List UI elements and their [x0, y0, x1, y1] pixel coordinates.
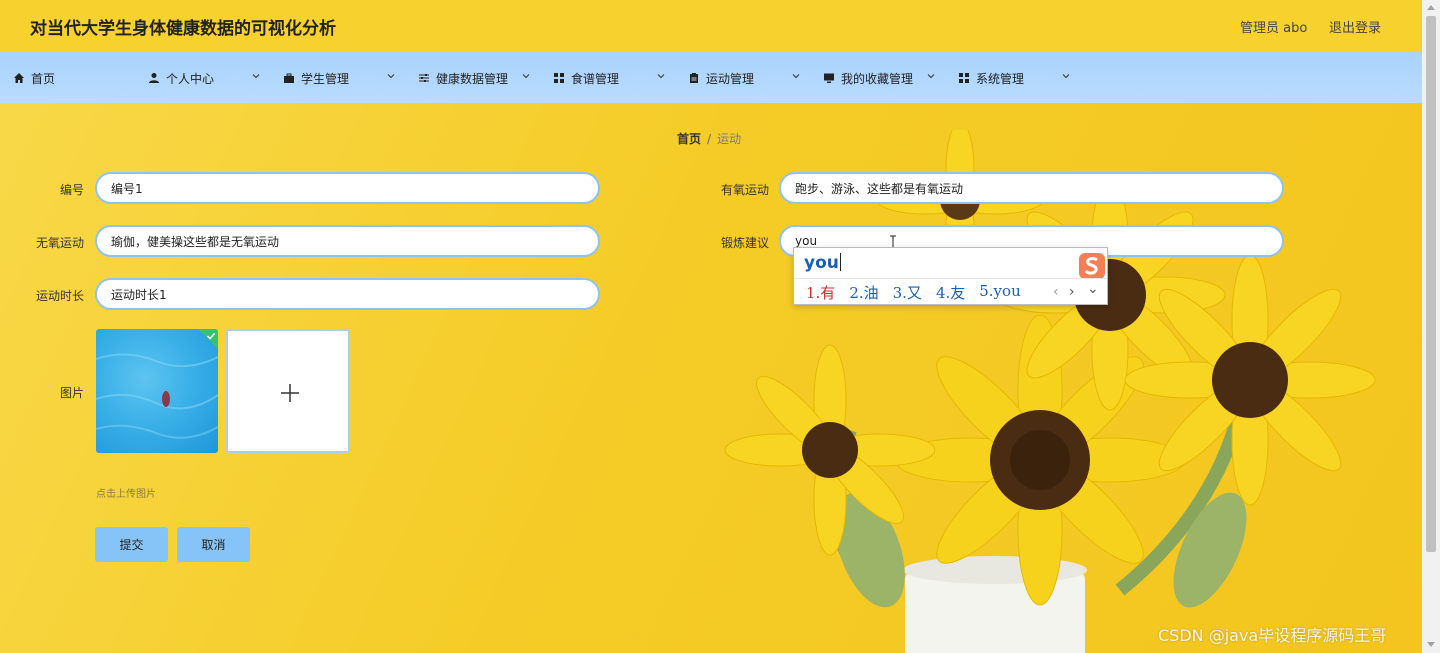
top-header: 对当代大学生身体健康数据的可视化分析 管理员 abo 退出登录 — [0, 0, 1422, 51]
scrollbar-thumb[interactable] — [1426, 16, 1436, 552]
aerobic-field[interactable]: 跑步、游泳、这些都是有氧运动 — [779, 172, 1284, 204]
breadcrumb: 首页 / 运动 — [677, 130, 741, 147]
logout-link[interactable]: 退出登录 — [1329, 17, 1381, 36]
nav-health-label: 健康数据管理 — [436, 71, 509, 86]
ime-candidate-popup: you 1.有 2.油 3.又 4.友 5.you ‹ › ⌄ — [793, 247, 1108, 305]
main-nav: 首页 个人中心 学生管理 健康数据管理 食谱管理 运动管理 我的收藏管理 系统管… — [0, 51, 1422, 103]
nav-favorites-label: 我的收藏管理 — [841, 71, 914, 86]
nav-home-label: 首页 — [31, 71, 56, 86]
plus-icon — [281, 384, 299, 402]
vertical-scrollbar[interactable] — [1422, 0, 1440, 653]
ime-candidate-3[interactable]: 3.又 — [893, 282, 922, 303]
nav-favorites[interactable]: 我的收藏管理 — [823, 69, 913, 87]
chevron-down-icon[interactable] — [387, 72, 395, 80]
uploaded-image-thumbnail[interactable] — [96, 329, 218, 453]
nav-recipes[interactable]: 食谱管理 — [553, 69, 619, 87]
briefcase-icon — [284, 73, 294, 83]
user-icon — [149, 73, 159, 83]
ime-divider — [794, 278, 1107, 279]
submit-button[interactable]: 提交 — [95, 527, 168, 562]
scroll-up-icon[interactable] — [1427, 5, 1435, 10]
ime-next-page-icon[interactable]: › — [1069, 284, 1075, 300]
chevron-down-icon[interactable] — [1062, 72, 1070, 80]
chevron-down-icon[interactable] — [927, 72, 935, 80]
ime-candidate-2[interactable]: 2.油 — [849, 282, 878, 303]
ime-candidate-5[interactable]: 5.you — [979, 282, 1020, 303]
chevron-down-icon[interactable] — [522, 72, 530, 80]
chevron-down-icon[interactable] — [252, 72, 260, 80]
ime-candidates: 1.有 2.油 3.又 4.友 5.you — [806, 282, 1021, 303]
breadcrumb-separator: / — [707, 132, 712, 146]
duration-label: 运动时长 — [35, 289, 84, 303]
duration-field[interactable]: 运动时长1 — [95, 278, 600, 310]
check-icon — [206, 332, 216, 340]
upload-hint: 点击上传图片 — [96, 489, 156, 500]
sliders-icon — [419, 74, 429, 82]
chevron-down-icon[interactable] — [792, 72, 800, 80]
ime-composition: you — [804, 253, 841, 273]
monitor-icon — [824, 73, 834, 83]
id-label: 编号 — [59, 183, 84, 197]
nav-system[interactable]: 系统管理 — [958, 69, 1024, 87]
admin-user-label: 管理员 abo — [1240, 21, 1308, 36]
breadcrumb-home[interactable]: 首页 — [677, 132, 701, 146]
nav-sports-label: 运动管理 — [706, 71, 755, 86]
nav-personal[interactable]: 个人中心 — [148, 69, 214, 87]
ime-candidate-1[interactable]: 1.有 — [806, 282, 835, 303]
cancel-button[interactable]: 取消 — [177, 527, 250, 562]
upload-image-button[interactable] — [226, 329, 350, 453]
sunflower-background-image — [724, 130, 1376, 653]
ime-candidate-4[interactable]: 4.友 — [936, 282, 965, 303]
home-icon — [14, 73, 24, 83]
breadcrumb-current: 运动 — [717, 132, 742, 146]
grid-icon — [554, 73, 564, 83]
app-title: 对当代大学生身体健康数据的可视化分析 — [30, 19, 336, 39]
nav-home[interactable]: 首页 — [13, 69, 55, 87]
nav-students[interactable]: 学生管理 — [283, 69, 349, 87]
clipboard-icon — [690, 73, 698, 83]
nav-recipes-label: 食谱管理 — [571, 71, 620, 86]
nav-health[interactable]: 健康数据管理 — [418, 69, 508, 87]
nav-sports[interactable]: 运动管理 — [688, 69, 754, 87]
nav-personal-label: 个人中心 — [166, 71, 215, 86]
ime-prev-page-icon[interactable]: ‹ — [1053, 284, 1059, 300]
id-field[interactable]: 编号1 — [95, 172, 600, 204]
ime-expand-icon[interactable]: ⌄ — [1087, 281, 1099, 297]
grid-icon — [959, 73, 969, 83]
anaerobic-label: 无氧运动 — [35, 236, 84, 250]
chevron-down-icon[interactable] — [657, 72, 665, 80]
nav-students-label: 学生管理 — [301, 71, 350, 86]
watermark: CSDN @java毕设程序源码王哥 — [1158, 626, 1387, 645]
sogou-logo-icon — [1079, 253, 1105, 279]
advice-label: 锻炼建议 — [720, 236, 769, 250]
nav-system-label: 系统管理 — [976, 71, 1025, 86]
page: 对当代大学生身体健康数据的可视化分析 管理员 abo 退出登录 首页 个人中心 … — [0, 0, 1422, 653]
image-label: 图片 — [59, 386, 84, 400]
scroll-down-icon[interactable] — [1427, 642, 1435, 647]
aerobic-label: 有氧运动 — [720, 183, 769, 197]
anaerobic-field[interactable]: 瑜伽，健美操这些都是无氧运动 — [95, 225, 600, 257]
